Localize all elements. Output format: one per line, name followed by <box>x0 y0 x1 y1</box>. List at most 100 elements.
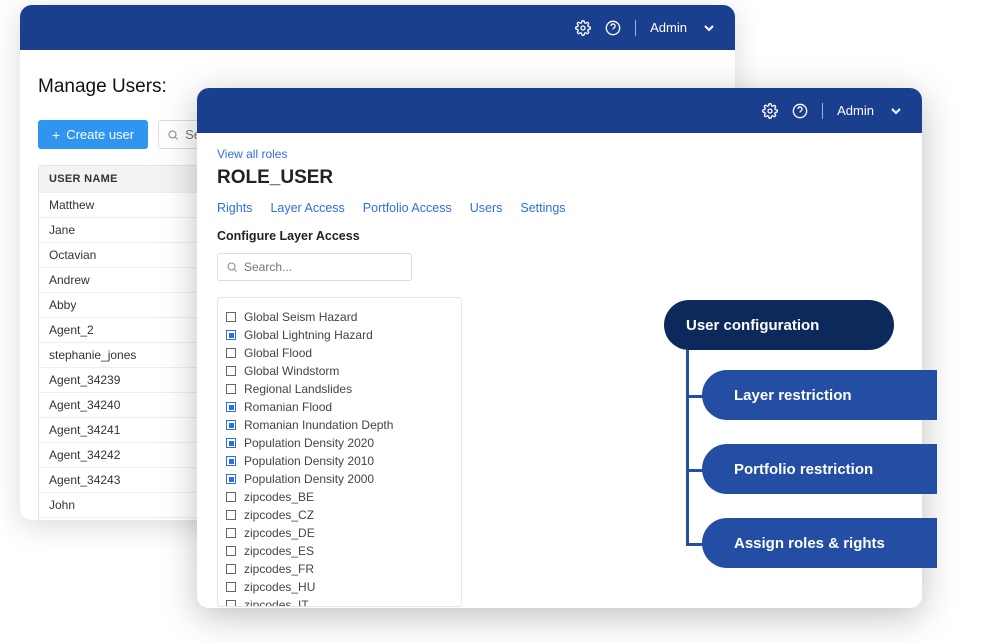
table-row[interactable]: Agent_34239 <box>39 367 197 392</box>
help-icon[interactable] <box>792 103 808 119</box>
checkbox-icon[interactable] <box>226 402 236 412</box>
gear-icon[interactable] <box>575 20 591 36</box>
help-icon[interactable] <box>605 20 621 36</box>
checkbox-icon[interactable] <box>226 384 236 394</box>
gear-icon[interactable] <box>762 103 778 119</box>
layer-label: zipcodes_BE <box>244 490 314 504</box>
search-icon <box>167 129 179 141</box>
table-row[interactable]: Agent_34240 <box>39 392 197 417</box>
layer-item[interactable]: zipcodes_DE <box>226 524 453 542</box>
chevron-down-icon[interactable] <box>701 20 717 36</box>
layer-label: Regional Landslides <box>244 382 352 396</box>
layer-label: zipcodes_CZ <box>244 508 314 522</box>
checkbox-icon[interactable] <box>226 546 236 556</box>
checkbox-icon[interactable] <box>226 510 236 520</box>
layer-label: Global Seism Hazard <box>244 310 357 324</box>
checkbox-icon[interactable] <box>226 582 236 592</box>
layer-list: Global Seism Hazard Global Lightning Haza… <box>217 297 462 607</box>
checkbox-icon[interactable] <box>226 438 236 448</box>
users-table: USER NAME MatthewJaneOctavianAndrewAbbyA… <box>38 165 198 520</box>
layer-label: Romanian Inundation Depth <box>244 418 393 432</box>
column-header-username: USER NAME <box>39 166 197 192</box>
search-icon <box>226 261 238 273</box>
layer-item[interactable]: Population Density 2010 <box>226 452 453 470</box>
tab-portfolio-access[interactable]: Portfolio Access <box>363 201 452 215</box>
table-row[interactable]: Andrew <box>39 267 197 292</box>
layer-label: Global Lightning Hazard <box>244 328 373 342</box>
config-diagram: User configuration Layer restriction Por… <box>664 300 984 580</box>
layer-item[interactable]: zipcodes_HU <box>226 578 453 596</box>
table-row[interactable]: Loredana <box>39 517 197 520</box>
table-row[interactable]: Octavian <box>39 242 197 267</box>
section-title: Configure Layer Access <box>217 229 902 243</box>
diagram-leaf: Layer restriction <box>702 370 937 420</box>
layer-item[interactable]: Romanian Inundation Depth <box>226 416 453 434</box>
user-label: Admin <box>837 103 874 118</box>
checkbox-icon[interactable] <box>226 330 236 340</box>
layer-item[interactable]: Global Flood <box>226 344 453 362</box>
search-layers[interactable] <box>217 253 412 281</box>
table-row[interactable]: Agent_34241 <box>39 417 197 442</box>
tab-settings[interactable]: Settings <box>520 201 565 215</box>
diagram-leaf: Assign roles & rights <box>702 518 937 568</box>
table-row[interactable]: Abby <box>39 292 197 317</box>
table-row[interactable]: Agent_2 <box>39 317 197 342</box>
layer-item[interactable]: Regional Landslides <box>226 380 453 398</box>
checkbox-icon[interactable] <box>226 492 236 502</box>
layer-item[interactable]: Global Seism Hazard <box>226 308 453 326</box>
checkbox-icon[interactable] <box>226 348 236 358</box>
table-row[interactable]: Matthew <box>39 192 197 217</box>
role-title: ROLE_USER <box>217 167 902 189</box>
search-layers-input[interactable] <box>244 260 394 274</box>
divider <box>635 20 636 36</box>
layer-item[interactable]: zipcodes_BE <box>226 488 453 506</box>
checkbox-icon[interactable] <box>226 564 236 574</box>
layer-label: Romanian Flood <box>244 400 332 414</box>
layer-label: zipcodes_FR <box>244 562 314 576</box>
tab-rights[interactable]: Rights <box>217 201 252 215</box>
layer-label: Population Density 2000 <box>244 472 374 486</box>
table-row[interactable]: John <box>39 492 197 517</box>
layer-item[interactable]: Population Density 2000 <box>226 470 453 488</box>
checkbox-icon[interactable] <box>226 528 236 538</box>
layer-item[interactable]: zipcodes_CZ <box>226 506 453 524</box>
checkbox-icon[interactable] <box>226 474 236 484</box>
diagram-leaf: Portfolio restriction <box>702 444 937 494</box>
table-row[interactable]: Agent_34242 <box>39 442 197 467</box>
tab-layer-access[interactable]: Layer Access <box>270 201 344 215</box>
layer-item[interactable]: zipcodes_FR <box>226 560 453 578</box>
checkbox-icon[interactable] <box>226 366 236 376</box>
checkbox-icon[interactable] <box>226 456 236 466</box>
layer-item[interactable]: Global Windstorm <box>226 362 453 380</box>
layer-label: Global Windstorm <box>244 364 339 378</box>
layer-label: Global Flood <box>244 346 312 360</box>
chevron-down-icon[interactable] <box>888 103 904 119</box>
layer-label: Population Density 2020 <box>244 436 374 450</box>
create-user-button[interactable]: + Create user <box>38 120 148 149</box>
checkbox-icon[interactable] <box>226 420 236 430</box>
checkbox-icon[interactable] <box>226 312 236 322</box>
plus-icon: + <box>52 128 60 142</box>
divider <box>822 103 823 119</box>
view-all-roles-link[interactable]: View all roles <box>217 147 902 161</box>
layer-label: Population Density 2010 <box>244 454 374 468</box>
user-label: Admin <box>650 20 687 35</box>
layer-item[interactable]: Population Density 2020 <box>226 434 453 452</box>
tab-users[interactable]: Users <box>470 201 503 215</box>
layer-label: zipcodes_ES <box>244 544 314 558</box>
titlebar: Admin <box>20 5 735 50</box>
tabs: Rights Layer Access Portfolio Access Users S… <box>217 201 902 215</box>
layer-label: zipcodes_DE <box>244 526 315 540</box>
layer-item[interactable]: Romanian Flood <box>226 398 453 416</box>
layer-item[interactable]: zipcodes_IT <box>226 596 453 607</box>
diagram-root: User configuration <box>664 300 894 350</box>
checkbox-icon[interactable] <box>226 600 236 607</box>
layer-item[interactable]: Global Lightning Hazard <box>226 326 453 344</box>
table-row[interactable]: Jane <box>39 217 197 242</box>
table-row[interactable]: Agent_34243 <box>39 467 197 492</box>
layer-label: zipcodes_IT <box>244 598 309 607</box>
table-row[interactable]: stephanie_jones <box>39 342 197 367</box>
layer-label: zipcodes_HU <box>244 580 315 594</box>
layer-item[interactable]: zipcodes_ES <box>226 542 453 560</box>
connector <box>686 350 689 545</box>
